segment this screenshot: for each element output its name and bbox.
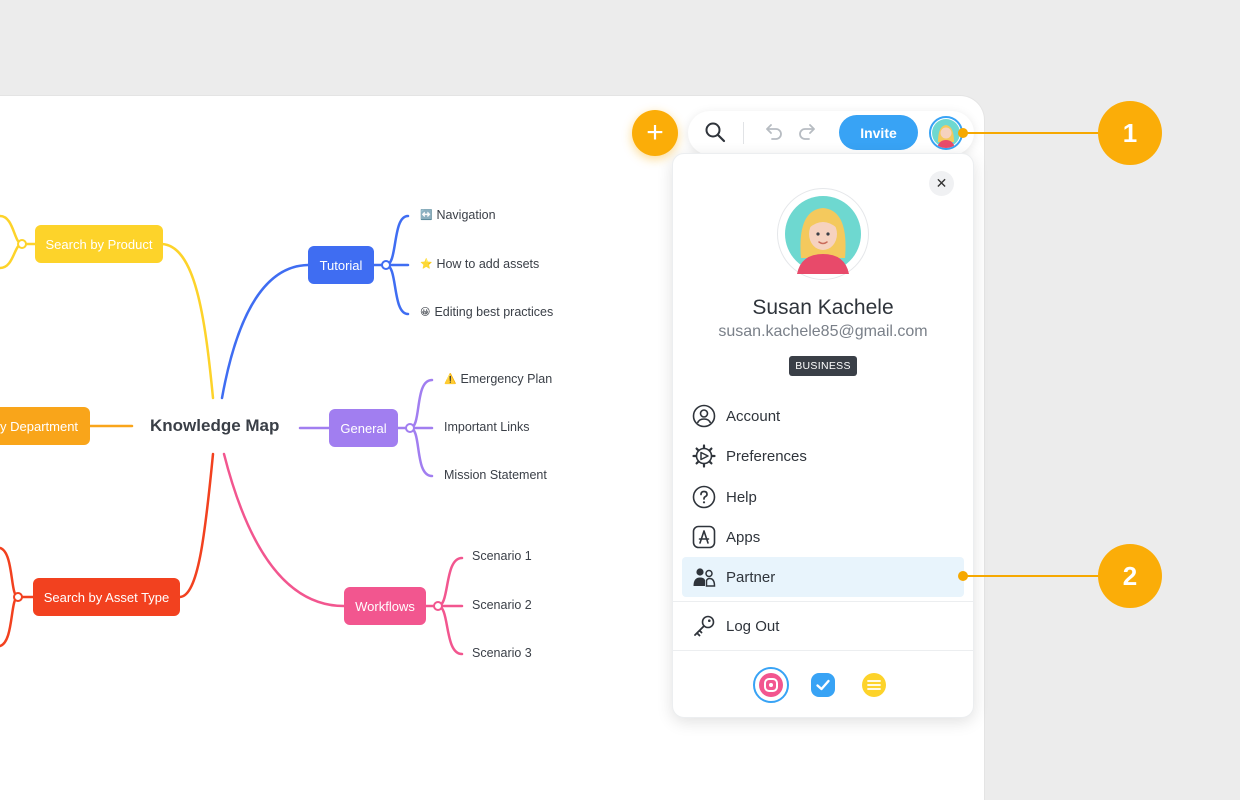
leaf-scenario-3[interactable]: Scenario 3 — [472, 646, 532, 660]
leaf-label: Scenario 1 — [472, 549, 532, 563]
profile-email: susan.kachele85@gmail.com — [718, 323, 928, 340]
profile-name: Susan Kachele — [752, 296, 894, 319]
leaf-mission-statement[interactable]: Mission Statement — [444, 468, 547, 482]
connector-workflows-leaves — [424, 556, 464, 656]
leaf-label: Emergency Plan — [460, 372, 553, 386]
profile-avatar — [777, 188, 869, 280]
menu-item-preferences[interactable]: Preferences — [682, 436, 964, 476]
leaf-label: Important Links — [444, 420, 530, 434]
gear-icon — [692, 444, 716, 468]
plan-badge: BUSINESS — [789, 356, 857, 376]
menu-item-partner[interactable]: Partner — [682, 557, 964, 597]
leaf-label: Scenario 3 — [472, 646, 532, 660]
leaf-label: Editing best practices — [434, 305, 554, 319]
leaf-scenario-1[interactable]: Scenario 1 — [472, 549, 532, 563]
undo-icon[interactable] — [761, 120, 785, 144]
node-workflows[interactable]: Workflows — [344, 587, 426, 625]
leaf-label: Scenario 2 — [472, 598, 532, 612]
connector-asset-left — [0, 546, 36, 599]
toolbar-divider — [743, 122, 744, 144]
callout-badge-1: 1 — [1098, 101, 1162, 165]
node-search-by-product[interactable]: Search by Product — [35, 225, 163, 263]
node-tutorial[interactable]: Tutorial — [308, 246, 374, 284]
leaf-emergency-plan[interactable]: ⚠️ Emergency Plan — [444, 372, 552, 386]
menu-item-label: Partner — [726, 568, 776, 586]
menu-divider — [673, 650, 973, 651]
leaf-how-to-add-assets[interactable]: ⭐ How to add assets — [420, 257, 539, 271]
menu-item-help[interactable]: Help — [682, 477, 964, 517]
callout-1-dot — [958, 128, 968, 138]
node-search-by-asset-type[interactable]: Search by Asset Type — [33, 578, 180, 616]
connector-tutorial — [220, 263, 310, 400]
node-search-by-department[interactable]: y Department — [0, 407, 90, 445]
menu-item-label: Account — [726, 407, 781, 425]
menu-item-apps[interactable]: Apps — [682, 517, 964, 557]
connector-product-left — [0, 214, 38, 246]
star-icon: ⭐ — [420, 258, 433, 270]
menu-item-label: Apps — [726, 528, 761, 546]
partner-icon — [692, 565, 716, 589]
leaf-important-links[interactable]: Important Links — [444, 420, 529, 434]
mindmeister-app-icon[interactable] — [753, 667, 789, 703]
avatar-illustration — [785, 196, 861, 274]
node-general[interactable]: General — [329, 409, 398, 447]
connector-asset — [178, 452, 215, 599]
left-right-arrow-icon: ↔️ — [420, 209, 433, 221]
callout-2-line — [962, 575, 1102, 577]
help-icon — [692, 485, 716, 509]
leaf-label: How to add assets — [436, 257, 540, 271]
user-circle-icon — [692, 404, 716, 428]
add-button[interactable]: + — [632, 110, 678, 156]
connector-product — [160, 242, 215, 400]
avatar — [932, 119, 960, 148]
central-topic[interactable]: Knowledge Map — [150, 416, 279, 436]
menu-item-logout[interactable]: Log Out — [682, 606, 964, 646]
search-icon[interactable] — [703, 120, 727, 144]
callout-badge-2: 2 — [1098, 544, 1162, 608]
warning-icon: ⚠️ — [444, 373, 457, 385]
smiley-icon: 😀 — [420, 306, 431, 318]
connector-workflows — [222, 452, 346, 608]
leaf-navigation[interactable]: ↔️ Navigation — [420, 208, 496, 222]
menu-item-label: Preferences — [726, 447, 807, 465]
menu-item-label: Help — [726, 488, 757, 506]
menu-divider — [673, 601, 973, 602]
leaf-editing-best-practices[interactable]: 😀 Editing best practices — [420, 305, 553, 319]
menu-item-account[interactable]: Account — [682, 396, 964, 436]
key-icon — [692, 614, 716, 638]
leaf-scenario-2[interactable]: Scenario 2 — [472, 598, 532, 612]
leaf-label: Navigation — [436, 208, 496, 222]
meisternote-app-icon[interactable] — [856, 667, 892, 703]
callout-1-line — [962, 132, 1102, 134]
close-button[interactable]: ✕ — [929, 171, 954, 196]
leaf-label: Mission Statement — [444, 468, 547, 482]
apps-icon — [692, 525, 716, 549]
callout-2-dot — [958, 571, 968, 581]
invite-button[interactable]: Invite — [839, 115, 918, 150]
redo-icon[interactable] — [796, 120, 820, 144]
meistertask-app-icon[interactable] — [805, 667, 841, 703]
connector-asset-left2 — [0, 595, 20, 648]
menu-item-label: Log Out — [726, 617, 780, 635]
